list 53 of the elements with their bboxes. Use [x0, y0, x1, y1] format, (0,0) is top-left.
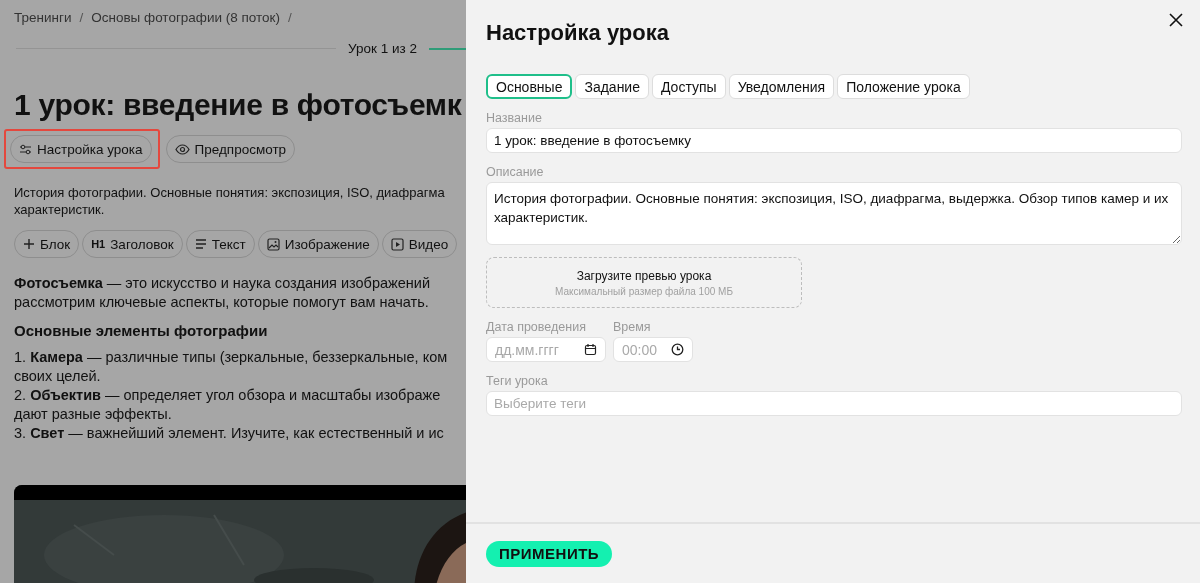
field-label: Время [613, 320, 652, 334]
add-block-button[interactable]: H1 Заголовок [82, 230, 183, 258]
add-block-button[interactable]: Блок [14, 230, 80, 258]
breadcrumb-link[interactable]: Тренинги [14, 9, 72, 25]
clock-icon [671, 343, 684, 356]
name-field[interactable]: 1 урок: введение в фотосъемку [486, 128, 1182, 153]
preview-button[interactable]: Предпросмотр [165, 135, 296, 163]
list-line: дают разные эффекты. [14, 405, 173, 424]
tab[interactable]: Доступы [652, 74, 726, 99]
calendar-icon [584, 343, 597, 356]
tags-field[interactable]: Выберите теги [486, 391, 1182, 416]
upload-hint: Максимальный размер файла 100 МБ [555, 285, 733, 297]
sliders-icon [19, 143, 32, 155]
time-field[interactable]: 00:00 [613, 337, 693, 362]
field-label: Описание [486, 165, 545, 179]
tab[interactable]: Положение урока [837, 74, 970, 99]
eye-icon [174, 143, 190, 155]
breadcrumb-separator: / [79, 9, 84, 25]
lesson-title: 1 урок: введение в фотосъемк [14, 88, 463, 122]
paragraph-line: рассмотрим ключевые аспекты, которые помогут вам начать. [14, 293, 430, 312]
section-heading: Основные элементы фотографии [14, 322, 269, 339]
field-label: Теги урока [486, 374, 549, 388]
tab[interactable]: Основные [486, 74, 573, 99]
field-label: Дата проведения [486, 320, 587, 334]
lesson-counter: Урок 1 из 2 [348, 41, 417, 56]
description-field[interactable]: История фотографии. Основные понятия: экспозиция, ISO, диафрагма, выдержка. Обзор типов камер и их характеристик. [486, 182, 1182, 245]
upload-title: Загрузите превью урока [576, 268, 712, 283]
image-icon [266, 237, 280, 251]
tab[interactable]: Задание [575, 74, 649, 99]
lesson-settings-button[interactable]: Настройка урока [10, 135, 152, 163]
apply-button[interactable]: ПРИМЕНИТЬ [486, 540, 613, 567]
list-line: 3. Свет — важнейший элемент. Изучите, как естественный и ис [14, 424, 445, 443]
plus-icon [23, 238, 35, 250]
field-label: Название [486, 111, 543, 125]
play-icon [390, 237, 404, 251]
breadcrumb-separator: / [288, 9, 292, 25]
lesson-description: характеристик. [14, 201, 106, 218]
lesson-description: История фотографии. Основные понятия: экспозиция, ISO, диафрагма [14, 184, 446, 201]
date-field[interactable]: дд.мм.гггг [486, 337, 606, 362]
lines-icon [194, 239, 207, 249]
upload-area[interactable]: Загрузите превью урока Максимальный размер файла 100 МБ [486, 257, 802, 308]
list-line: своих целей. [14, 367, 102, 386]
tab[interactable]: Уведомления [728, 74, 835, 99]
list-line: 2. Объектив — определяет угол обзора и масштабы изображе [14, 386, 442, 405]
drawer-title: Настройка урока [486, 20, 669, 46]
list-line: 1. Камера — различные типы (зеркальные, беззеркальные, ком [14, 348, 449, 367]
add-block-button[interactable]: Видео [381, 230, 458, 258]
close-icon[interactable] [1168, 12, 1184, 28]
add-block-button[interactable]: Текст [185, 230, 255, 258]
heading-icon: H1 [91, 238, 106, 250]
add-block-button[interactable]: Изображение [257, 230, 379, 258]
breadcrumb-link[interactable]: Основы фотографии (8 поток) [91, 9, 280, 25]
paragraph-line: Фотосъемка — это искусство и наука создания изображений [14, 274, 431, 293]
